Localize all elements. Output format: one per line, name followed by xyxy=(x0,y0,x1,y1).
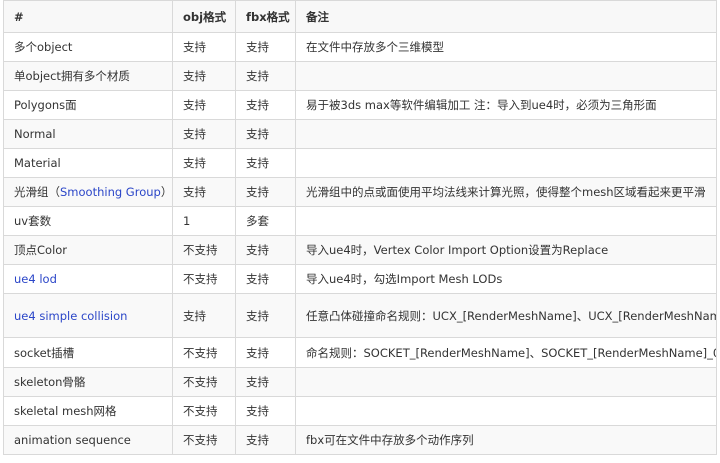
feature-cell: Normal xyxy=(3,119,173,149)
notes-cell: 任意凸体碰撞命名规则：UCX_[RenderMeshName]、UCX_[Ren… xyxy=(295,293,717,338)
fbx-cell: 支持 xyxy=(235,396,296,426)
fbx-cell: 多套 xyxy=(235,206,296,236)
table-row: 多个object 支持 支持 在文件中存放多个三维模型 xyxy=(3,32,717,62)
feature-cell: skeleton骨骼 xyxy=(3,367,173,397)
notes-cell xyxy=(295,206,717,236)
table-row: Polygons面 支持 支持 易于被3ds max等软件编辑加工 注：导入到u… xyxy=(3,90,717,120)
notes-cell xyxy=(295,119,717,149)
table-row: ue4 lod 不支持 支持 导入ue4时，勾选Import Mesh LODs xyxy=(3,264,717,294)
obj-cell: 不支持 xyxy=(172,396,236,426)
table-row: skeletal mesh网格 不支持 支持 xyxy=(3,396,717,426)
notes-cell xyxy=(295,367,717,397)
feature-cell: skeletal mesh网格 xyxy=(3,396,173,426)
table-row: skeleton骨骼 不支持 支持 xyxy=(3,367,717,397)
fbx-cell: 支持 xyxy=(235,90,296,120)
feature-cell: ue4 simple collision xyxy=(3,293,173,338)
notes-cell: 在文件中存放多个三维模型 xyxy=(295,32,717,62)
obj-cell: 不支持 xyxy=(172,337,236,368)
header-obj: obj格式 xyxy=(172,0,236,33)
table-row: 光滑组（Smoothing Group） 支持 支持 光滑组中的点或面使用平均法… xyxy=(3,177,717,207)
obj-cell: 不支持 xyxy=(172,235,236,265)
obj-cell: 支持 xyxy=(172,32,236,62)
feature-cell: socket插槽 xyxy=(3,337,173,368)
table-row: socket插槽 不支持 支持 命名规则：SOCKET_[RenderMeshN… xyxy=(3,337,717,368)
obj-cell: 不支持 xyxy=(172,264,236,294)
feature-cell: uv套数 xyxy=(3,206,173,236)
obj-cell: 支持 xyxy=(172,148,236,178)
ue4-lod-link[interactable]: ue4 lod xyxy=(14,272,57,286)
obj-cell: 支持 xyxy=(172,293,236,338)
feature-text: ） xyxy=(160,185,173,199)
fbx-cell: 支持 xyxy=(235,264,296,294)
notes-cell: 光滑组中的点或面使用平均法线来计算光照，使得整个mesh区域看起来更平滑 xyxy=(295,177,717,207)
notes-cell xyxy=(295,61,717,91)
header-notes: 备注 xyxy=(295,0,717,33)
obj-cell: 支持 xyxy=(172,119,236,149)
fbx-cell: 支持 xyxy=(235,61,296,91)
fbx-cell: 支持 xyxy=(235,367,296,397)
fbx-cell: 支持 xyxy=(235,148,296,178)
table-row: Normal 支持 支持 xyxy=(3,119,717,149)
feature-text: 光滑组（ xyxy=(14,185,60,199)
feature-cell: ue4 lod xyxy=(3,264,173,294)
notes-cell xyxy=(295,148,717,178)
format-comparison-table: # obj格式 fbx格式 备注 多个object 支持 支持 在文件中存放多个… xyxy=(3,0,717,455)
fbx-cell: 支持 xyxy=(235,177,296,207)
table-row: ue4 simple collision 支持 支持 任意凸体碰撞命名规则：UC… xyxy=(3,293,717,338)
header-fbx: fbx格式 xyxy=(235,0,296,33)
obj-cell: 1 xyxy=(172,206,236,236)
obj-cell: 支持 xyxy=(172,177,236,207)
fbx-cell: 支持 xyxy=(235,32,296,62)
fbx-cell: 支持 xyxy=(235,119,296,149)
feature-cell: Polygons面 xyxy=(3,90,173,120)
header-feature: # xyxy=(3,0,173,33)
feature-cell: 顶点Color xyxy=(3,235,173,265)
notes-cell: 命名规则：SOCKET_[RenderMeshName]、SOCKET_[Ren… xyxy=(295,337,717,368)
table-row: uv套数 1 多套 xyxy=(3,206,717,236)
feature-cell: animation sequence xyxy=(3,425,173,455)
table-row: animation sequence 不支持 支持 fbx可在文件中存放多个动作… xyxy=(3,425,717,455)
obj-cell: 不支持 xyxy=(172,367,236,397)
notes-cell: fbx可在文件中存放多个动作序列 xyxy=(295,425,717,455)
table-row: 顶点Color 不支持 支持 导入ue4时，Vertex Color Impor… xyxy=(3,235,717,265)
fbx-cell: 支持 xyxy=(235,293,296,338)
fbx-cell: 支持 xyxy=(235,337,296,368)
header-row: # obj格式 fbx格式 备注 xyxy=(3,0,717,33)
obj-cell: 不支持 xyxy=(172,425,236,455)
fbx-cell: 支持 xyxy=(235,235,296,265)
smoothing-group-link[interactable]: Smoothing Group xyxy=(60,185,161,199)
notes-cell: 易于被3ds max等软件编辑加工 注：导入到ue4时，必须为三角形面 xyxy=(295,90,717,120)
feature-cell: 光滑组（Smoothing Group） xyxy=(3,177,173,207)
obj-cell: 支持 xyxy=(172,90,236,120)
table-row: Material 支持 支持 xyxy=(3,148,717,178)
fbx-cell: 支持 xyxy=(235,425,296,455)
notes-cell: 导入ue4时，勾选Import Mesh LODs xyxy=(295,264,717,294)
ue4-simple-collision-link[interactable]: ue4 simple collision xyxy=(14,309,127,323)
obj-cell: 支持 xyxy=(172,61,236,91)
feature-cell: 多个object xyxy=(3,32,173,62)
feature-cell: 单object拥有多个材质 xyxy=(3,61,173,91)
notes-cell xyxy=(295,396,717,426)
table-row: 单object拥有多个材质 支持 支持 xyxy=(3,61,717,91)
notes-cell: 导入ue4时，Vertex Color Import Option设置为Repl… xyxy=(295,235,717,265)
feature-cell: Material xyxy=(3,148,173,178)
